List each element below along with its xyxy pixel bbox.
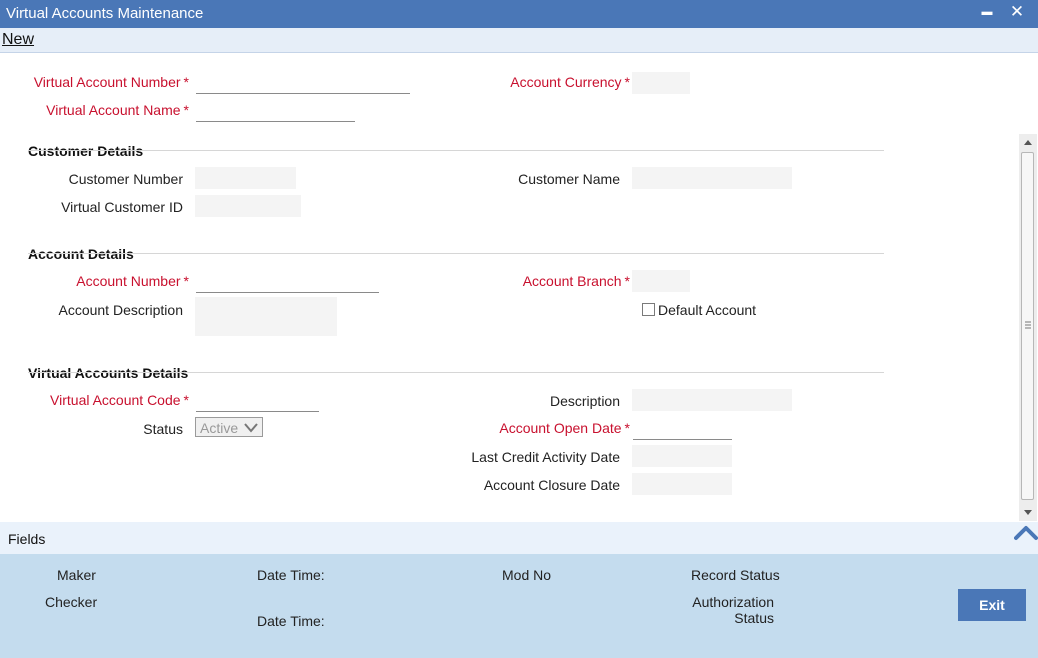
authorization-label: Authorization [692, 594, 774, 610]
status-label: Status [143, 421, 183, 437]
virtual-account-code-input[interactable] [196, 391, 319, 412]
default-account-checkbox[interactable] [642, 303, 655, 316]
last-credit-activity-date-input[interactable] [632, 445, 732, 467]
last-credit-activity-date-label: Last Credit Activity Date [471, 449, 620, 465]
virtual-account-name-input[interactable] [196, 101, 355, 122]
status-select[interactable]: Active [195, 417, 263, 437]
account-details-title: Account Details [28, 246, 134, 262]
title-bar: Virtual Accounts Maintenance ▬ ✕ [0, 0, 1038, 28]
default-account-label: Default Account [658, 302, 757, 318]
scroll-up-icon[interactable] [1023, 139, 1033, 146]
account-currency-label: Account Currency * [510, 74, 630, 90]
virtual-account-number-label: Virtual Account Number * [33, 74, 189, 90]
maker-date-time-label: Date Time: [257, 567, 325, 583]
account-number-input[interactable] [196, 272, 379, 293]
scroll-down-icon[interactable] [1023, 509, 1033, 516]
fields-bar: Fields [0, 522, 1038, 554]
account-open-date-label: Account Open Date * [499, 420, 630, 436]
window-title: Virtual Accounts Maintenance [6, 5, 204, 22]
virtual-accounts-details-title: Virtual Accounts Details [28, 365, 189, 381]
virtual-account-code-label: Virtual Account Code * [50, 392, 189, 408]
exit-button[interactable]: Exit [958, 589, 1026, 621]
status-selected-value: Active [200, 420, 239, 436]
section-divider [28, 150, 884, 151]
section-divider [28, 372, 884, 373]
collapse-up-icon[interactable] [1014, 525, 1038, 541]
description-label: Description [549, 393, 620, 409]
minimize-icon[interactable]: ▬ [976, 1, 998, 25]
vertical-scrollbar[interactable] [1019, 134, 1037, 521]
menu-bar: New [0, 28, 1038, 53]
description-input[interactable] [632, 389, 792, 411]
account-closure-date-input[interactable] [632, 473, 732, 495]
account-currency-input[interactable] [632, 72, 690, 94]
virtual-customer-id-label: Virtual Customer ID [61, 199, 183, 215]
account-description-label: Account Description [58, 302, 183, 318]
grip-icon [1025, 321, 1031, 329]
scroll-thumb[interactable] [1021, 152, 1034, 500]
customer-number-label: Customer Number [68, 171, 183, 187]
record-status-label: Record Status [691, 567, 780, 583]
authorization-status-label: Status [734, 610, 774, 626]
account-open-date-input[interactable] [633, 419, 732, 440]
customer-name-label: Customer Name [518, 171, 620, 187]
fields-label[interactable]: Fields [8, 531, 45, 547]
account-branch-label: Account Branch * [522, 273, 630, 289]
section-divider [28, 253, 884, 254]
customer-details-title: Customer Details [28, 143, 144, 159]
account-number-label: Account Number * [76, 273, 189, 289]
maker-label: Maker [57, 567, 96, 583]
checker-label: Checker [45, 594, 98, 610]
virtual-customer-id-input[interactable] [195, 195, 301, 217]
customer-name-input[interactable] [632, 167, 792, 189]
close-icon[interactable]: ✕ [1006, 1, 1028, 25]
checker-date-time-label: Date Time: [257, 613, 325, 629]
chevron-down-icon [244, 423, 258, 433]
virtual-account-name-label: Virtual Account Name * [46, 102, 189, 118]
account-closure-date-label: Account Closure Date [483, 477, 620, 493]
account-description-textarea[interactable] [195, 297, 337, 336]
account-branch-input[interactable] [632, 270, 690, 292]
customer-number-input[interactable] [195, 167, 296, 189]
virtual-account-number-input[interactable] [196, 73, 410, 94]
new-link[interactable]: New [2, 31, 34, 49]
mod-no-label: Mod No [502, 567, 552, 583]
